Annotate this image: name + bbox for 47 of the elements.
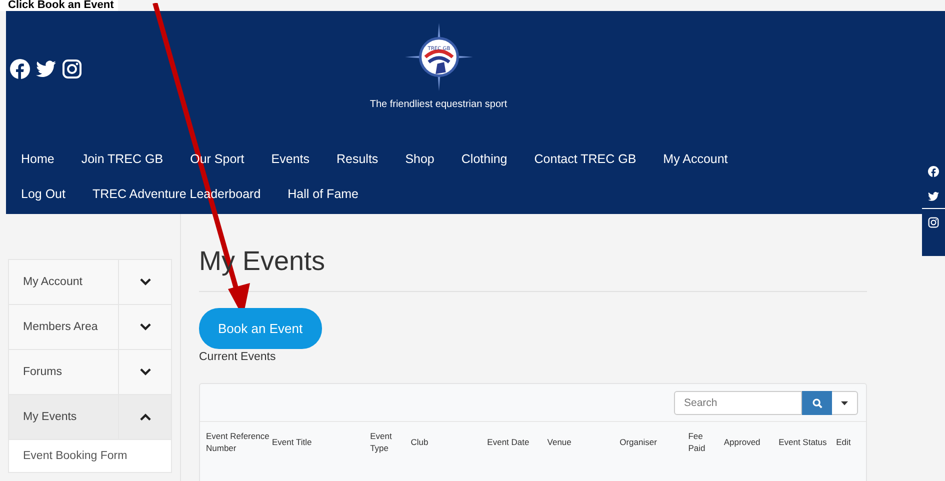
- instagram-icon[interactable]: [928, 217, 939, 228]
- nav-link[interactable]: Shop: [405, 142, 434, 177]
- dropdown-button[interactable]: [832, 391, 858, 415]
- caret-icon: [841, 400, 848, 406]
- search-field[interactable]: Search: [674, 391, 802, 415]
- nav-link[interactable]: Join TREC GB: [81, 142, 164, 177]
- nav-link[interactable]: Hall of Fame: [288, 177, 359, 212]
- nav-link[interactable]: Home: [21, 142, 54, 177]
- chevron-icon: [140, 278, 150, 286]
- column-header[interactable]: Event Status: [778, 422, 836, 462]
- sidebar-label: Members Area: [22, 320, 99, 335]
- nav-link[interactable]: Results: [336, 142, 378, 177]
- column-header[interactable]: Event Title: [271, 422, 370, 462]
- submenu-item[interactable]: Event Booking Form: [9, 440, 171, 472]
- sidebar-item[interactable]: My Account: [9, 260, 171, 305]
- nav-link[interactable]: Clothing: [461, 142, 508, 177]
- instagram-icon[interactable]: [62, 59, 82, 79]
- nav-link[interactable]: Log Out: [21, 177, 66, 212]
- chevron-icon: [140, 323, 150, 331]
- sidebar-label: My Account: [22, 275, 84, 290]
- search-button[interactable]: [802, 391, 832, 415]
- sidebar-item[interactable]: My Events: [9, 395, 171, 440]
- chevron-icon: [140, 413, 150, 421]
- nav-link[interactable]: My Account: [663, 142, 728, 177]
- chevron-icon: [140, 368, 150, 376]
- tagline: The friendliest equestrian sport: [370, 99, 508, 110]
- column-header[interactable]: Fee Paid: [687, 422, 723, 462]
- facebook-icon[interactable]: [10, 59, 30, 79]
- instruction-caption: Click Book an Event: [0, 0, 118, 11]
- column-header[interactable]: Organiser: [618, 422, 688, 462]
- column-header[interactable]: Club: [410, 422, 486, 462]
- nav-link[interactable]: Events: [271, 142, 310, 177]
- column-header[interactable]: Venue: [546, 422, 619, 462]
- twitter-icon[interactable]: [36, 59, 56, 79]
- nav-link[interactable]: Contact TREC GB: [534, 142, 636, 177]
- column-header[interactable]: Event Reference Number: [205, 422, 272, 462]
- column-header[interactable]: Event Type: [369, 422, 410, 462]
- sidebar-label: My Events: [22, 410, 78, 425]
- search-icon: [812, 398, 822, 408]
- section-heading: Current Events: [199, 351, 277, 363]
- sidebar-label: Forums: [22, 365, 63, 380]
- column-header[interactable]: Edit: [835, 422, 866, 462]
- sidebar-item[interactable]: Members Area: [9, 305, 171, 350]
- facebook-icon[interactable]: [928, 166, 939, 177]
- column-header[interactable]: Event Date: [486, 422, 546, 462]
- column-header[interactable]: Approved: [722, 422, 778, 462]
- twitter-icon[interactable]: [928, 191, 939, 202]
